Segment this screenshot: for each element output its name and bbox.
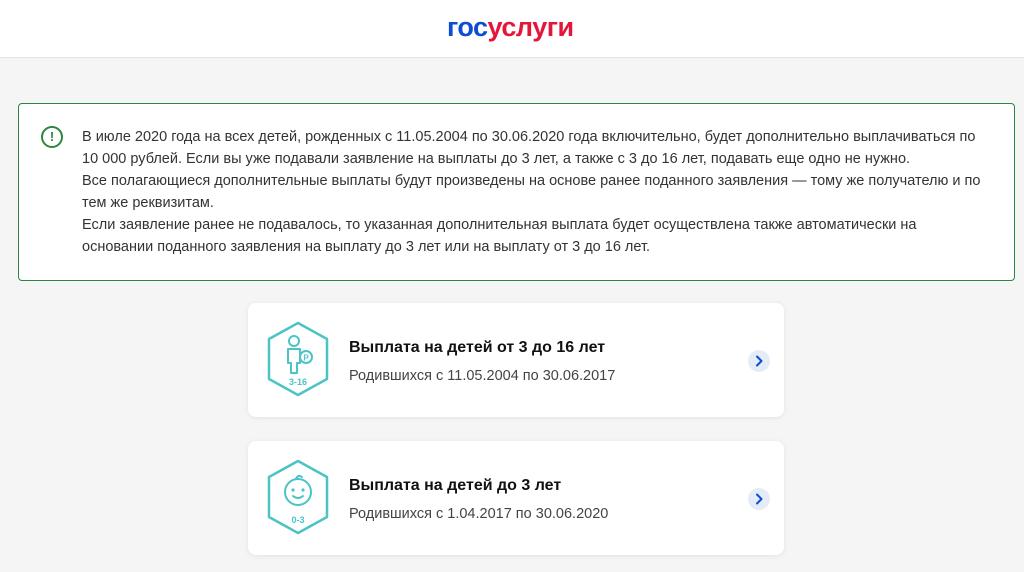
card-title: Выплата на детей от 3 до 16 лет [349,339,606,356]
child-coin-icon: Р 3-16 [267,321,329,397]
age-badge-label: 3-16 [289,377,307,387]
logo-part-uslugi: услуги [487,12,575,42]
notice-paragraph: Если заявление ранее не подавалось, то у… [82,217,917,255]
notice-text: В июле 2020 года на всех детей, рожденны… [82,126,982,258]
svg-text:Р: Р [303,354,309,363]
card-subtitle: Родившихся с 1.04.2017 по 30.06.2020 [349,506,609,522]
chevron-right-icon[interactable] [748,488,770,510]
logo-part-gos: гос [447,12,488,42]
age-badge-label: 0-3 [291,515,304,525]
gosuslugi-logo[interactable]: госуслуги [447,12,574,42]
payment-card-3-16[interactable]: Р 3-16 Выплата на детей от 3 до 16 лет Р… [248,303,784,417]
chevron-right-icon[interactable] [748,350,770,372]
exclamation-circle-icon: ! [41,126,63,148]
notice-paragraph: В июле 2020 года на всех детей, рожденны… [82,129,976,167]
card-title: Выплата на детей до 3 лет [349,477,562,494]
payment-card-0-3[interactable]: 0-3 Выплата на детей до 3 лет Родившихся… [248,441,784,555]
top-header: госуслуги [0,0,1024,58]
card-subtitle: Родившихся с 11.05.2004 по 30.06.2017 [349,368,616,384]
baby-face-icon: 0-3 [267,459,329,535]
notice-paragraph: Все полагающиеся дополнительные выплаты … [82,173,981,211]
info-notice: ! В июле 2020 года на всех детей, рожден… [18,103,1015,281]
